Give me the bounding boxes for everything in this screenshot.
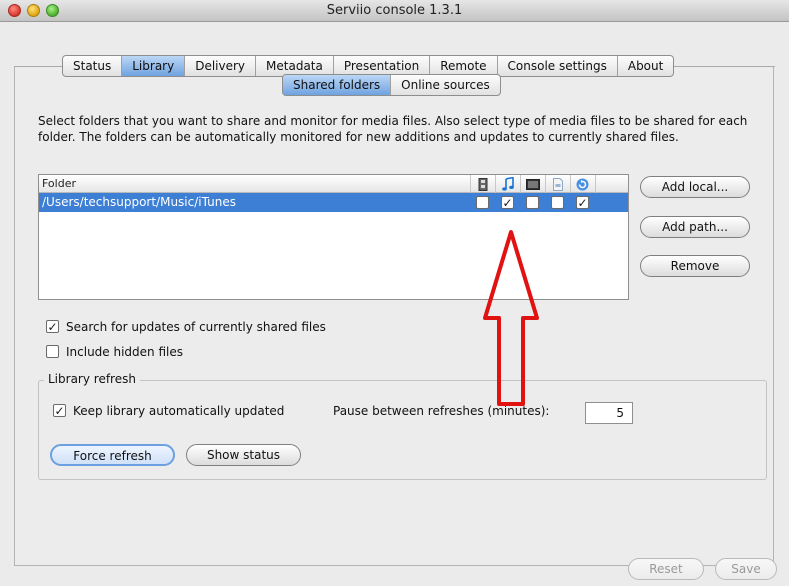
photo-type-checkbox[interactable] <box>526 196 539 209</box>
tab-about[interactable]: About <box>618 56 673 76</box>
keep-updated-checkbox[interactable]: ✓ <box>53 404 66 417</box>
column-header-folder: Folder <box>42 177 76 190</box>
window-title: Serviio console 1.3.1 <box>326 3 463 18</box>
document-icon <box>545 175 569 193</box>
pause-minutes-input[interactable]: 5 <box>585 402 633 424</box>
tab-presentation[interactable]: Presentation <box>334 56 431 76</box>
tab-console-settings[interactable]: Console settings <box>498 56 618 76</box>
add-local-button[interactable]: Add local... <box>640 176 750 198</box>
annotation-arrow-icon <box>483 230 539 406</box>
empty-header-cell <box>595 175 619 193</box>
table-row[interactable]: /Users/techsupport/Music/iTunes ✓ ✓ <box>39 193 628 212</box>
music-type-checkbox[interactable]: ✓ <box>501 196 514 209</box>
reset-button[interactable]: Reset <box>628 558 704 580</box>
refresh-icon <box>570 175 594 193</box>
search-updates-label: Search for updates of currently shared f… <box>66 320 326 334</box>
tab-metadata[interactable]: Metadata <box>256 56 334 76</box>
add-path-button[interactable]: Add path... <box>640 216 750 238</box>
show-status-button[interactable]: Show status <box>186 444 301 466</box>
tab-status[interactable]: Status <box>63 56 123 76</box>
document-type-checkbox[interactable] <box>551 196 564 209</box>
music-icon <box>495 175 519 193</box>
folder-path: /Users/techsupport/Music/iTunes <box>42 195 236 209</box>
tab-library[interactable]: Library <box>122 56 186 76</box>
include-hidden-checkbox[interactable] <box>46 345 59 358</box>
video-type-checkbox[interactable] <box>476 196 489 209</box>
table-header: Folder <box>39 175 628 193</box>
photo-icon <box>520 175 544 193</box>
title-bar: Serviio console 1.3.1 <box>0 0 789 22</box>
include-hidden-label: Include hidden files <box>66 345 183 359</box>
subtab-shared-folders[interactable]: Shared folders <box>283 75 392 95</box>
force-refresh-button[interactable]: Force refresh <box>50 444 175 466</box>
keep-updated-label: Keep library automatically updated <box>73 404 285 418</box>
library-subtabs: Shared folders Online sources <box>282 74 501 96</box>
save-button[interactable]: Save <box>715 558 777 580</box>
tab-delivery[interactable]: Delivery <box>185 56 257 76</box>
window-body: Status Library Delivery Metadata Present… <box>0 22 789 586</box>
shared-folders-description: Select folders that you want to share an… <box>38 114 748 144</box>
monitor-updates-checkbox[interactable]: ✓ <box>576 196 589 209</box>
subtab-online-sources[interactable]: Online sources <box>391 75 500 95</box>
video-icon <box>470 175 494 193</box>
library-refresh-title: Library refresh <box>44 372 140 386</box>
remove-button[interactable]: Remove <box>640 255 750 277</box>
tab-remote[interactable]: Remote <box>430 56 498 76</box>
search-updates-checkbox[interactable]: ✓ <box>46 320 59 333</box>
